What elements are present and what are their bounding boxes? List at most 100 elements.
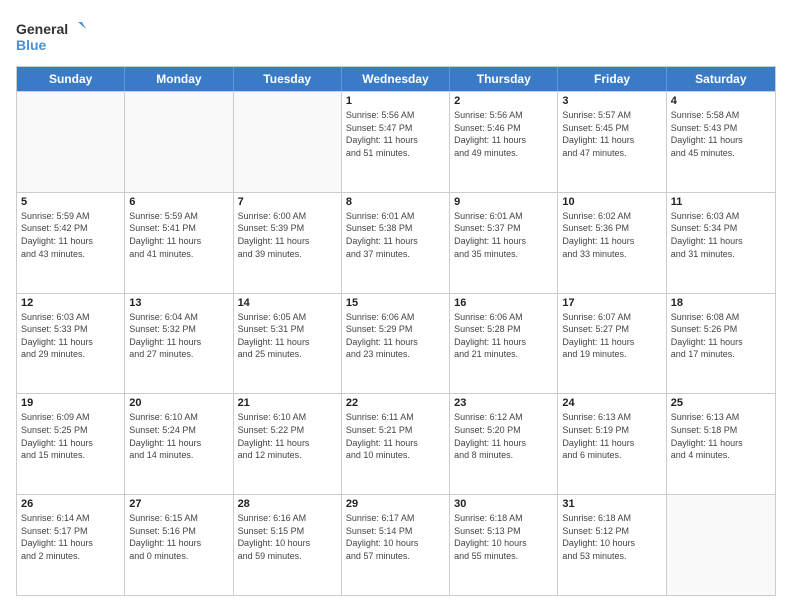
day-info: Sunrise: 6:10 AM Sunset: 5:22 PM Dayligh…	[238, 411, 337, 461]
calendar-cell: 25Sunrise: 6:13 AM Sunset: 5:18 PM Dayli…	[667, 394, 775, 494]
day-info: Sunrise: 5:58 AM Sunset: 5:43 PM Dayligh…	[671, 109, 771, 159]
day-number: 24	[562, 397, 661, 409]
calendar-cell: 4 Sunrise: 5:58 AM Sunset: 5:43 PM Daylig…	[667, 92, 775, 192]
calendar-cell: 6 Sunrise: 5:59 AM Sunset: 5:41 PM Daylig…	[125, 193, 233, 293]
day-info: Sunrise: 5:56 AM Sunset: 5:46 PM Dayligh…	[454, 109, 553, 159]
day-info: Sunrise: 6:06 AM Sunset: 5:29 PM Dayligh…	[346, 311, 445, 361]
day-info: Sunrise: 6:03 AM Sunset: 5:33 PM Dayligh…	[21, 311, 120, 361]
calendar-cell: 12 Sunrise: 6:03 AM Sunset: 5:33 PM Dayli…	[17, 294, 125, 394]
logo: General Blue	[16, 16, 86, 56]
calendar-cell: 21 Sunrise: 6:10 AM Sunset: 5:22 PM Dayli…	[234, 394, 342, 494]
logo-svg: General Blue	[16, 16, 86, 56]
day-number: 29	[346, 498, 445, 510]
calendar-cell: 31 Sunrise: 6:18 AM Sunset: 5:12 PM Dayli…	[558, 495, 666, 595]
calendar-cell: 8 Sunrise: 6:01 AM Sunset: 5:38 PM Daylig…	[342, 193, 450, 293]
day-number: 3	[562, 95, 661, 107]
day-number: 11	[671, 196, 771, 208]
day-info: Sunrise: 6:06 AM Sunset: 5:28 PM Dayligh…	[454, 311, 553, 361]
day-info: Sunrise: 6:07 AM Sunset: 5:27 PM Dayligh…	[562, 311, 661, 361]
calendar-cell: 2 Sunrise: 5:56 AM Sunset: 5:46 PM Daylig…	[450, 92, 558, 192]
calendar-cell: 22 Sunrise: 6:11 AM Sunset: 5:21 PM Dayli…	[342, 394, 450, 494]
day-info: Sunrise: 6:11 AM Sunset: 5:21 PM Dayligh…	[346, 411, 445, 461]
day-number: 28	[238, 498, 337, 510]
day-info: Sunrise: 6:01 AM Sunset: 5:38 PM Dayligh…	[346, 210, 445, 260]
day-number: 21	[238, 397, 337, 409]
calendar-cell	[125, 92, 233, 192]
header-cell-friday: Friday	[558, 67, 666, 91]
calendar-cell: 3Sunrise: 5:57 AM Sunset: 5:45 PM Daylig…	[558, 92, 666, 192]
header-cell-saturday: Saturday	[667, 67, 775, 91]
calendar: SundayMondayTuesdayWednesdayThursdayFrid…	[16, 66, 776, 596]
day-number: 5	[21, 196, 120, 208]
day-info: Sunrise: 6:08 AM Sunset: 5:26 PM Dayligh…	[671, 311, 771, 361]
day-info: Sunrise: 6:17 AM Sunset: 5:14 PM Dayligh…	[346, 512, 445, 562]
calendar-cell: 24 Sunrise: 6:13 AM Sunset: 5:19 PM Dayli…	[558, 394, 666, 494]
day-number: 10	[562, 196, 661, 208]
day-number: 2	[454, 95, 553, 107]
day-number: 6	[129, 196, 228, 208]
header-cell-wednesday: Wednesday	[342, 67, 450, 91]
day-info: Sunrise: 6:14 AM Sunset: 5:17 PM Dayligh…	[21, 512, 120, 562]
day-number: 22	[346, 397, 445, 409]
day-info: Sunrise: 5:56 AM Sunset: 5:47 PM Dayligh…	[346, 109, 445, 159]
header: General Blue	[16, 16, 776, 56]
calendar-cell: 13 Sunrise: 6:04 AM Sunset: 5:32 PM Dayli…	[125, 294, 233, 394]
day-number: 17	[562, 297, 661, 309]
day-number: 25	[671, 397, 771, 409]
day-number: 9	[454, 196, 553, 208]
calendar-week-3: 12 Sunrise: 6:03 AM Sunset: 5:33 PM Dayli…	[17, 293, 775, 394]
day-number: 26	[21, 498, 120, 510]
calendar-cell: 1 Sunrise: 5:56 AM Sunset: 5:47 PM Daylig…	[342, 92, 450, 192]
calendar-week-5: 26 Sunrise: 6:14 AM Sunset: 5:17 PM Dayli…	[17, 494, 775, 595]
day-info: Sunrise: 5:59 AM Sunset: 5:41 PM Dayligh…	[129, 210, 228, 260]
day-info: Sunrise: 6:01 AM Sunset: 5:37 PM Dayligh…	[454, 210, 553, 260]
day-info: Sunrise: 6:13 AM Sunset: 5:19 PM Dayligh…	[562, 411, 661, 461]
day-info: Sunrise: 6:10 AM Sunset: 5:24 PM Dayligh…	[129, 411, 228, 461]
calendar-cell: 14 Sunrise: 6:05 AM Sunset: 5:31 PM Dayli…	[234, 294, 342, 394]
calendar-cell: 30 Sunrise: 6:18 AM Sunset: 5:13 PM Dayli…	[450, 495, 558, 595]
day-number: 16	[454, 297, 553, 309]
calendar-header: SundayMondayTuesdayWednesdayThursdayFrid…	[17, 67, 775, 91]
day-number: 13	[129, 297, 228, 309]
calendar-week-1: 1 Sunrise: 5:56 AM Sunset: 5:47 PM Daylig…	[17, 91, 775, 192]
day-info: Sunrise: 6:04 AM Sunset: 5:32 PM Dayligh…	[129, 311, 228, 361]
day-number: 8	[346, 196, 445, 208]
day-info: Sunrise: 5:59 AM Sunset: 5:42 PM Dayligh…	[21, 210, 120, 260]
day-number: 23	[454, 397, 553, 409]
day-info: Sunrise: 6:15 AM Sunset: 5:16 PM Dayligh…	[129, 512, 228, 562]
calendar-cell	[234, 92, 342, 192]
day-number: 4	[671, 95, 771, 107]
day-number: 20	[129, 397, 228, 409]
calendar-cell: 28 Sunrise: 6:16 AM Sunset: 5:15 PM Dayli…	[234, 495, 342, 595]
day-number: 30	[454, 498, 553, 510]
day-info: Sunrise: 6:02 AM Sunset: 5:36 PM Dayligh…	[562, 210, 661, 260]
calendar-cell: 20 Sunrise: 6:10 AM Sunset: 5:24 PM Dayli…	[125, 394, 233, 494]
header-cell-sunday: Sunday	[17, 67, 125, 91]
day-number: 27	[129, 498, 228, 510]
calendar-cell: 10 Sunrise: 6:02 AM Sunset: 5:36 PM Dayli…	[558, 193, 666, 293]
calendar-cell: 15 Sunrise: 6:06 AM Sunset: 5:29 PM Dayli…	[342, 294, 450, 394]
calendar-cell: 9 Sunrise: 6:01 AM Sunset: 5:37 PM Daylig…	[450, 193, 558, 293]
calendar-cell: 26 Sunrise: 6:14 AM Sunset: 5:17 PM Dayli…	[17, 495, 125, 595]
calendar-cell: 17 Sunrise: 6:07 AM Sunset: 5:27 PM Dayli…	[558, 294, 666, 394]
calendar-cell: 11Sunrise: 6:03 AM Sunset: 5:34 PM Dayli…	[667, 193, 775, 293]
calendar-week-2: 5 Sunrise: 5:59 AM Sunset: 5:42 PM Daylig…	[17, 192, 775, 293]
day-number: 15	[346, 297, 445, 309]
calendar-cell	[667, 495, 775, 595]
day-number: 1	[346, 95, 445, 107]
calendar-cell: 5 Sunrise: 5:59 AM Sunset: 5:42 PM Daylig…	[17, 193, 125, 293]
calendar-cell: 7Sunrise: 6:00 AM Sunset: 5:39 PM Daylig…	[234, 193, 342, 293]
day-number: 19	[21, 397, 120, 409]
day-info: Sunrise: 6:18 AM Sunset: 5:12 PM Dayligh…	[562, 512, 661, 562]
day-info: Sunrise: 6:05 AM Sunset: 5:31 PM Dayligh…	[238, 311, 337, 361]
calendar-cell: 27 Sunrise: 6:15 AM Sunset: 5:16 PM Dayli…	[125, 495, 233, 595]
day-number: 12	[21, 297, 120, 309]
day-info: Sunrise: 6:16 AM Sunset: 5:15 PM Dayligh…	[238, 512, 337, 562]
day-number: 7	[238, 196, 337, 208]
day-info: Sunrise: 6:18 AM Sunset: 5:13 PM Dayligh…	[454, 512, 553, 562]
day-number: 31	[562, 498, 661, 510]
day-number: 14	[238, 297, 337, 309]
day-info: Sunrise: 6:12 AM Sunset: 5:20 PM Dayligh…	[454, 411, 553, 461]
header-cell-thursday: Thursday	[450, 67, 558, 91]
header-cell-tuesday: Tuesday	[234, 67, 342, 91]
